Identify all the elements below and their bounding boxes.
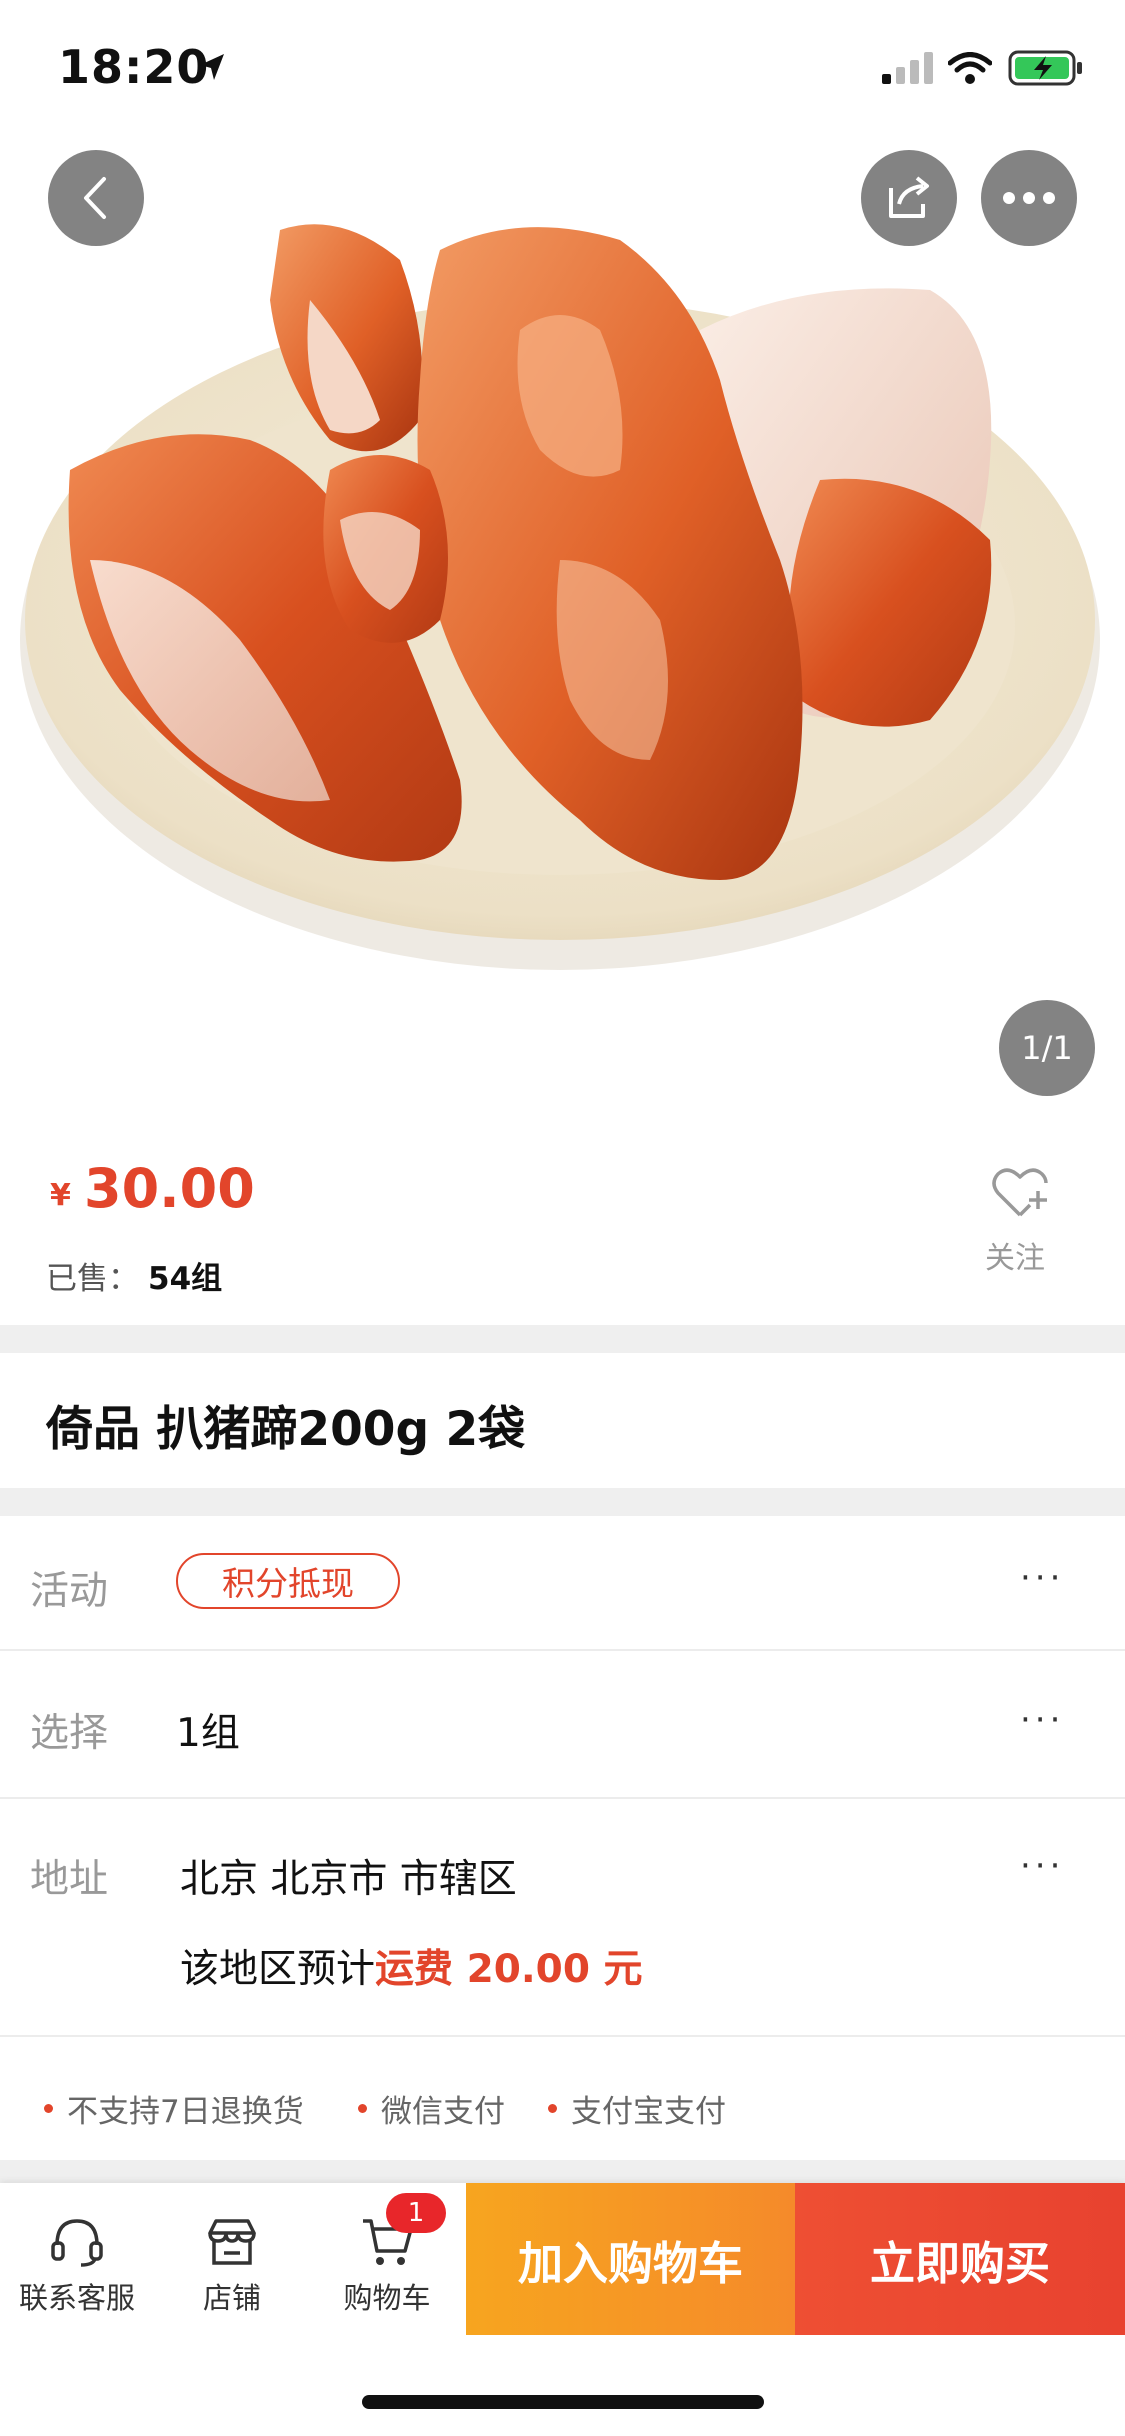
- cart-tab[interactable]: 购物车: [312, 2215, 462, 2317]
- follow-label[interactable]: 关注: [985, 1233, 1045, 1277]
- battery-icon: [1008, 50, 1082, 86]
- select-label: 选择: [30, 1711, 109, 1756]
- bullet-dot: [358, 2104, 367, 2113]
- currency-symbol: ¥: [50, 1178, 71, 1213]
- shipping-prefix: 该地区预计: [180, 1947, 376, 1992]
- bullet-dot: [44, 2104, 53, 2113]
- store-label: 店铺: [202, 2281, 261, 2315]
- shipping-info: 该地区预计运费 20.00 元: [180, 1938, 643, 1994]
- more-dots-icon: [1003, 192, 1055, 204]
- service-item: 微信支付: [358, 2086, 505, 2131]
- address-label: 地址: [30, 1857, 109, 1902]
- address-value: 北京 北京市 市辖区: [180, 1857, 517, 1902]
- share-button[interactable]: [861, 150, 957, 246]
- signal-icon: [882, 52, 933, 84]
- service-label: 支付宝支付: [571, 2094, 726, 2130]
- select-more-icon[interactable]: ···: [1020, 1700, 1064, 1740]
- location-arrow-icon: [200, 54, 224, 80]
- select-row[interactable]: [0, 1651, 1125, 1797]
- wifi-icon: [948, 52, 992, 84]
- product-image[interactable]: [0, 0, 1125, 1130]
- add-to-cart-button[interactable]: 加入购物车: [466, 2183, 795, 2335]
- sold-label: 已售：: [46, 1261, 139, 1297]
- section-divider: [0, 1325, 1125, 1353]
- more-button[interactable]: [981, 150, 1077, 246]
- row-divider: [0, 2035, 1125, 2037]
- service-item: 支付宝支付: [548, 2086, 726, 2131]
- store-icon: [208, 2219, 256, 2265]
- address-more-icon[interactable]: ···: [1020, 1846, 1064, 1886]
- cart-label: 购物车: [343, 2281, 431, 2315]
- select-value: 1组: [176, 1711, 240, 1756]
- activity-more-icon[interactable]: ···: [1020, 1558, 1064, 1598]
- activity-row[interactable]: [0, 1516, 1125, 1648]
- address-row[interactable]: [0, 1799, 1125, 2035]
- status-time: 18:20: [58, 40, 210, 94]
- service-item: 不支持7日退换货: [44, 2086, 304, 2131]
- cart-count-badge: 1: [386, 2193, 446, 2233]
- customer-service-tab[interactable]: 联系客服: [2, 2215, 152, 2317]
- headset-icon: [51, 2219, 103, 2267]
- product-price: 30.00: [84, 1157, 255, 1220]
- buy-now-button[interactable]: 立即购买: [795, 2183, 1125, 2335]
- back-button[interactable]: [48, 150, 144, 246]
- customer-service-label: 联系客服: [18, 2281, 135, 2315]
- home-indicator: [362, 2395, 764, 2409]
- store-tab[interactable]: 店铺: [157, 2215, 307, 2317]
- share-icon: [889, 176, 929, 218]
- image-pager: 1/1: [999, 1000, 1095, 1096]
- section-divider: [0, 1488, 1125, 1516]
- braised-pig-trotters-image: [20, 224, 1100, 970]
- sold-value: 54组: [148, 1261, 223, 1297]
- bullet-dot: [548, 2104, 557, 2113]
- chevron-left-icon: [84, 177, 106, 219]
- product-title: 倚品 扒猪蹄200g 2袋: [46, 1402, 526, 1457]
- service-label: 不支持7日退换货: [67, 2094, 304, 2130]
- status-bar: 18:20: [0, 0, 1125, 130]
- heart-plus-icon[interactable]: [990, 1163, 1050, 1223]
- service-label: 微信支付: [381, 2094, 505, 2130]
- shipping-fee: 运费 20.00 元: [375, 1947, 643, 1992]
- section-divider: [0, 2160, 1125, 2183]
- activity-label: 活动: [30, 1569, 109, 1614]
- points-badge: 积分抵现: [176, 1553, 400, 1609]
